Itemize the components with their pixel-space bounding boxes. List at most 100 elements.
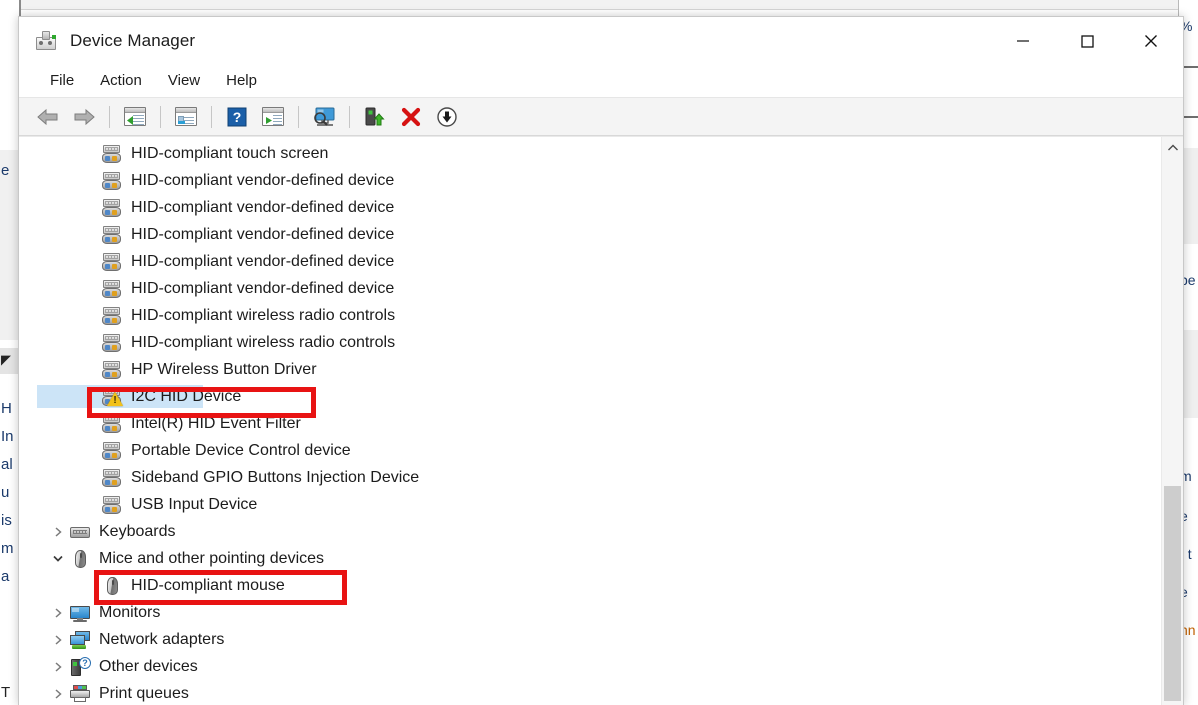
device-manager-icon [35, 30, 57, 52]
tree-item[interactable]: Intel(R) HID Event Filter [19, 410, 1159, 437]
scan-hardware-changes-button[interactable] [307, 102, 341, 132]
menu-item-view[interactable]: View [155, 69, 213, 93]
tree-item[interactable]: HID-compliant vendor-defined device [19, 221, 1159, 248]
chevron-right-icon [55, 661, 62, 672]
menu-bar: File Action View Help [19, 64, 1183, 98]
tree-item[interactable]: HP Wireless Button Driver [19, 356, 1159, 383]
minimize-icon [1017, 39, 1029, 42]
device-tree: HID-compliant touch screen HID-compliant … [19, 137, 1159, 705]
tree-item[interactable]: Other devices [19, 653, 1159, 680]
tree-item[interactable]: HID-compliant wireless radio controls [19, 302, 1159, 329]
tree-item-label: Print queues [99, 684, 189, 702]
background-left-text-fragment: In [1, 428, 14, 445]
maximize-icon [1081, 34, 1094, 48]
tree-item-label: HID-compliant vendor-defined device [131, 225, 395, 243]
scan-monitor-icon [314, 107, 335, 126]
menu-item-help[interactable]: Help [213, 69, 270, 93]
chevron-down-icon [53, 555, 63, 562]
help-button[interactable]: ? [220, 102, 254, 132]
tree-expander[interactable] [47, 634, 69, 646]
tree-item[interactable]: HID-compliant wireless radio controls [19, 329, 1159, 356]
help-icon: ? [227, 107, 247, 126]
update-driver-button[interactable] [358, 102, 392, 132]
tree-item[interactable]: HID-compliant vendor-defined device [19, 194, 1159, 221]
hid-device-icon [101, 198, 123, 218]
tree-item-label: Mice and other pointing devices [99, 549, 325, 567]
tree-item[interactable]: Portable Device Control device [19, 437, 1159, 464]
hid-device-icon [101, 171, 123, 191]
hid-device-icon [101, 441, 123, 461]
tree-item[interactable]: HID-compliant vendor-defined device [19, 167, 1159, 194]
tree-item[interactable]: Network adapters [19, 626, 1159, 653]
tree-expander[interactable] [47, 661, 69, 673]
tree-expander[interactable] [47, 688, 69, 700]
update-driver-icon [365, 107, 385, 125]
tree-item[interactable]: HID-compliant touch screen [19, 140, 1159, 167]
tree-item[interactable]: HID-compliant vendor-defined device [19, 275, 1159, 302]
hid-device-icon [101, 414, 123, 434]
other-devices-icon [69, 656, 91, 677]
background-left-text-fragment: H [1, 400, 12, 417]
show-hide-console-tree-button[interactable] [118, 102, 152, 132]
tree-expander[interactable] [47, 526, 69, 538]
scrollbar-thumb[interactable] [1164, 486, 1181, 701]
tree-item-label: Other devices [99, 657, 198, 675]
scroll-up-button[interactable] [1162, 137, 1183, 159]
tree-item[interactable]: Sideband GPIO Buttons Injection Device [19, 464, 1159, 491]
action-menu-button[interactable] [256, 102, 290, 132]
tree-item[interactable]: HID-compliant mouse [19, 572, 1159, 599]
chevron-right-icon [55, 634, 62, 645]
tree-item-label: Intel(R) HID Event Filter [131, 414, 301, 432]
tree-item-label: Network adapters [99, 630, 225, 648]
toolbar: ? [19, 98, 1183, 136]
tree-item[interactable]: Mice and other pointing devices [19, 545, 1159, 572]
tree-item-label: HID-compliant mouse [131, 576, 285, 594]
tree-item-label: HID-compliant vendor-defined device [131, 198, 395, 216]
tree-item-label: HID-compliant vendor-defined device [131, 171, 395, 189]
tree-expander[interactable] [47, 607, 69, 619]
tree-item-label: Monitors [99, 603, 161, 621]
tree-item-label: HID-compliant vendor-defined device [131, 279, 395, 297]
background-left-text-fragment: T [1, 684, 11, 701]
tree-item[interactable]: HID-compliant vendor-defined device [19, 248, 1159, 275]
menu-item-file[interactable]: File [37, 69, 87, 93]
window-controls [991, 17, 1183, 64]
tree-item-label: I2C HID Device [131, 387, 242, 405]
tree-expander[interactable] [47, 553, 69, 564]
hid-device-icon [101, 306, 123, 326]
hid-device-icon [101, 360, 123, 380]
hid-device-icon [101, 387, 123, 407]
tree-item[interactable]: USB Input Device [19, 491, 1159, 518]
uninstall-device-button[interactable] [394, 102, 428, 132]
forward-button[interactable] [67, 102, 101, 132]
disable-device-button[interactable] [430, 102, 464, 132]
console-tree-icon [124, 107, 146, 126]
tree-item-label: Sideband GPIO Buttons Injection Device [131, 468, 420, 486]
print-queue-icon [69, 684, 91, 704]
device-tree-pane: HID-compliant touch screen HID-compliant … [19, 136, 1183, 705]
action-list-icon [262, 107, 284, 126]
close-button[interactable] [1119, 17, 1183, 64]
maximize-button[interactable] [1055, 17, 1119, 64]
vertical-scrollbar[interactable] [1161, 137, 1183, 705]
hid-device-icon [101, 252, 123, 272]
minimize-button[interactable] [991, 17, 1055, 64]
properties-button[interactable] [169, 102, 203, 132]
tree-item-label: Portable Device Control device [131, 441, 351, 459]
menu-item-action[interactable]: Action [87, 69, 155, 93]
toolbar-separator [211, 105, 212, 128]
tree-item-label: HP Wireless Button Driver [131, 360, 317, 378]
tree-item[interactable]: Monitors [19, 599, 1159, 626]
toolbar-separator [109, 105, 110, 128]
tree-item-label: HID-compliant vendor-defined device [131, 252, 395, 270]
tree-item[interactable]: I2C HID Device [19, 383, 1159, 410]
tree-item[interactable]: Print queues [19, 680, 1159, 705]
background-left-text-fragment: a [1, 568, 10, 585]
svg-text:?: ? [233, 109, 242, 125]
tree-item[interactable]: Keyboards [19, 518, 1159, 545]
monitor-icon [69, 603, 91, 623]
hid-device-icon [101, 144, 123, 164]
back-button[interactable] [31, 102, 65, 132]
hid-device-icon [101, 495, 123, 515]
toolbar-separator [349, 105, 350, 128]
